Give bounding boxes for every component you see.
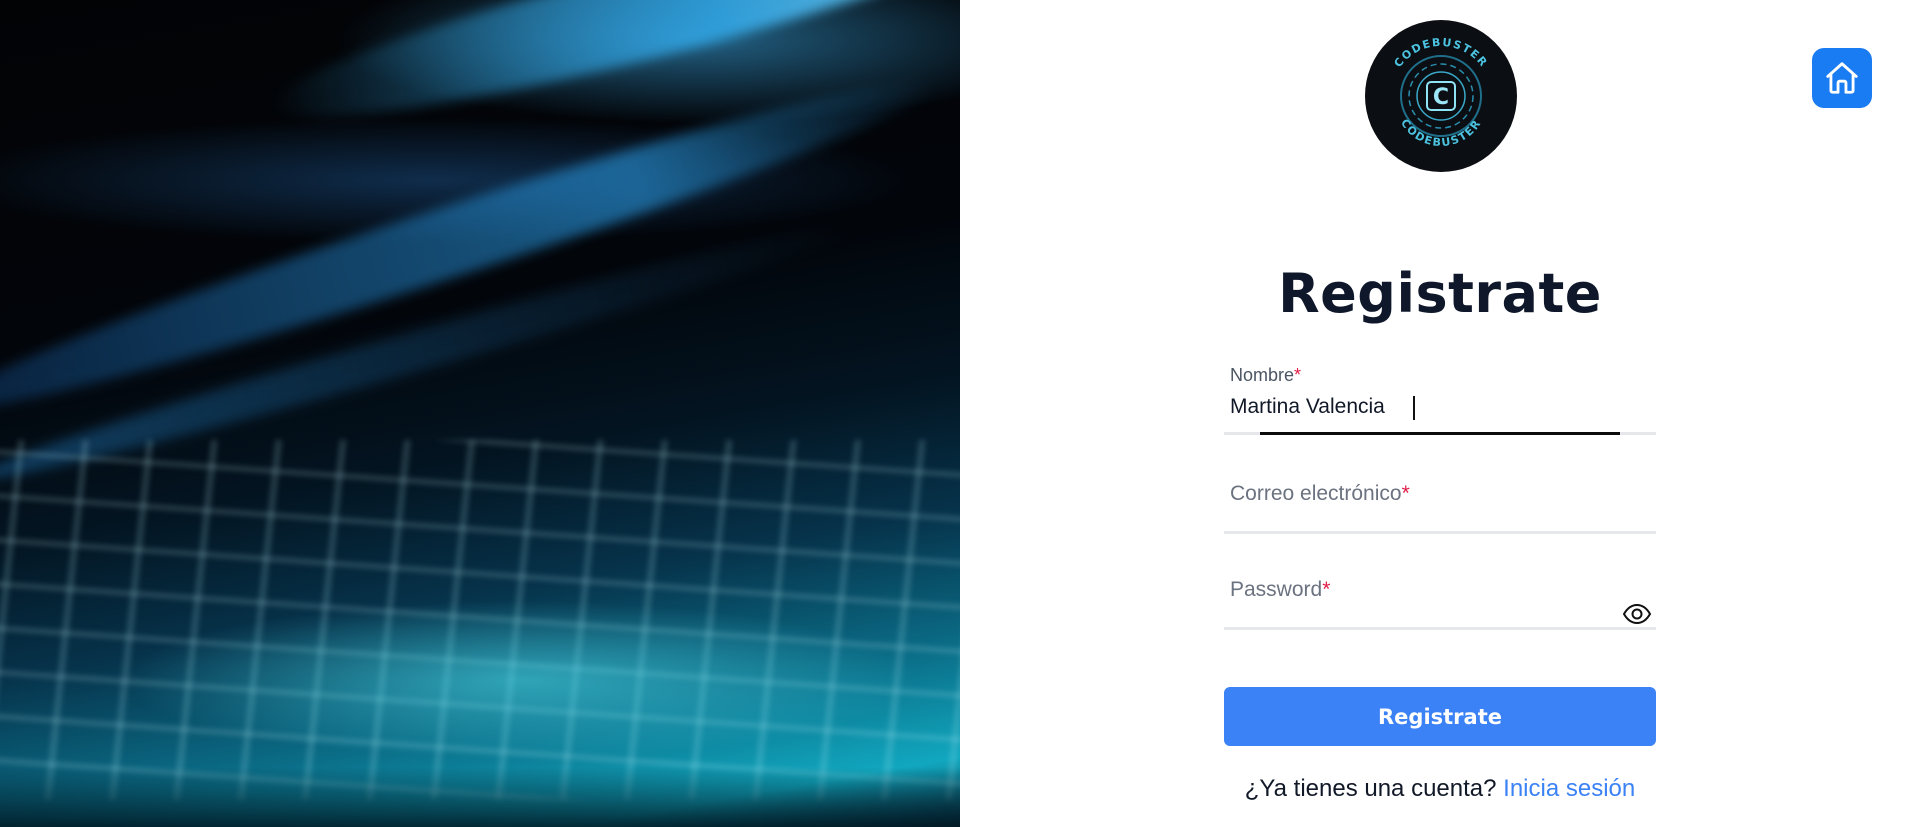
password-underline [1224,627,1656,630]
codebuster-logo: C CODEBUSTER CODEBUSTER [1365,20,1517,172]
email-underline [1224,531,1656,534]
logo-text-bottom: CODEBUSTER [1398,117,1482,150]
home-button[interactable] [1812,48,1872,108]
password-label: Password* [1230,578,1331,601]
hero-glow [120,600,920,760]
required-mark: * [1322,578,1331,601]
login-prompt-text: ¿Ya tienes una cuenta? [1244,775,1497,802]
password-field[interactable]: Password* [1224,566,1656,632]
login-link[interactable]: Inicia sesión [1503,775,1635,802]
name-input[interactable] [1230,395,1630,419]
email-label: Correo electrónico* [1230,482,1410,505]
home-icon [1826,62,1858,94]
hero-image [0,0,960,827]
required-mark: * [1401,482,1410,505]
name-underline-active [1260,432,1620,435]
svg-text:CODEBUSTER: CODEBUSTER [1392,36,1491,70]
required-mark: * [1294,365,1302,385]
logo-emblem: C CODEBUSTER CODEBUSTER [1392,36,1491,150]
hero-fade [0,767,960,827]
eye-icon[interactable] [1622,602,1652,626]
name-field[interactable]: Nombre* [1224,365,1656,437]
login-prompt: ¿Ya tienes una cuenta? Inicia sesión [1224,775,1656,803]
logo-text-top: CODEBUSTER [1392,36,1489,70]
text-caret [1413,396,1415,420]
logo-letter: C [1433,85,1449,110]
register-button[interactable]: Registrate [1224,687,1656,746]
name-label: Nombre* [1230,365,1302,385]
email-field[interactable]: Correo electrónico* [1224,470,1656,536]
page-title: Registrate [1278,262,1602,325]
svg-text:CODEBUSTER: CODEBUSTER [1398,117,1484,150]
